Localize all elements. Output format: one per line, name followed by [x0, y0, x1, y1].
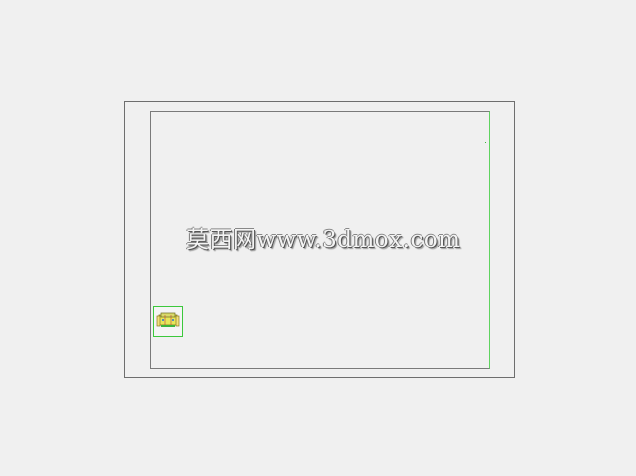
watermark-text: 莫西网www.3dmox.com [186, 227, 461, 253]
sofa-drawing-icon [156, 312, 180, 327]
cad-drawing-canvas: 莫西网www.3dmox.com [0, 0, 636, 476]
stray-point-mark [485, 142, 486, 143]
drawing-thumbnail[interactable] [153, 306, 183, 337]
